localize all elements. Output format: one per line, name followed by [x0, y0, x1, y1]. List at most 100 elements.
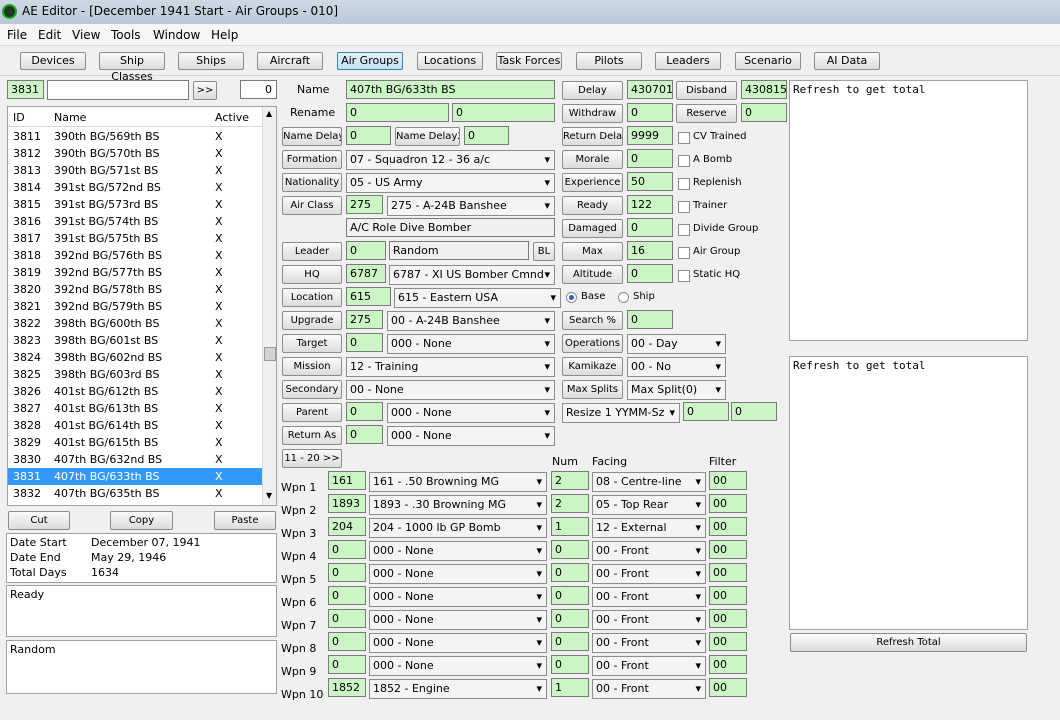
- withdraw-button[interactable]: Withdraw: [562, 104, 623, 123]
- weapon-facing-select[interactable]: 12 - External: [592, 518, 706, 538]
- search-input[interactable]: [47, 80, 189, 100]
- hq-select[interactable]: 6787 - XI US Bomber Cmnd: [389, 265, 555, 285]
- kamikaze-select[interactable]: 00 - No: [627, 357, 726, 377]
- tab-scenario[interactable]: Scenario: [735, 52, 801, 70]
- target-id-field[interactable]: 0: [346, 333, 383, 352]
- reserve-button[interactable]: Reserve: [676, 104, 737, 123]
- parent-button[interactable]: Parent: [282, 403, 342, 422]
- list-item[interactable]: 3815 391st BG/573rd BS X: [8, 196, 262, 213]
- morale-field[interactable]: 0: [627, 149, 673, 168]
- weapon-select[interactable]: 204 - 1000 lb GP Bomb: [369, 518, 547, 538]
- weapon-filter-field[interactable]: 00: [709, 494, 747, 513]
- return-delay-field[interactable]: 9999: [627, 126, 673, 145]
- list-item[interactable]: 3828 401st BG/614th BS X: [8, 417, 262, 434]
- damaged-field[interactable]: 0: [627, 218, 673, 237]
- menu-help[interactable]: Help: [211, 28, 238, 42]
- cv-trained-checkbox[interactable]: [678, 132, 690, 144]
- tab-air-groups[interactable]: Air Groups: [337, 52, 403, 70]
- disband-button[interactable]: Disband: [676, 81, 737, 100]
- nationality-select[interactable]: 05 - US Army: [346, 173, 555, 193]
- mission-select[interactable]: 12 - Training: [346, 357, 555, 377]
- weapon-num-field[interactable]: 2: [551, 471, 589, 490]
- weapon-id-field[interactable]: 0: [328, 632, 366, 651]
- ready-button[interactable]: Ready: [562, 196, 623, 215]
- col-id-header[interactable]: ID: [13, 109, 25, 126]
- weapon-id-field[interactable]: 0: [328, 655, 366, 674]
- target-select[interactable]: 000 - None: [387, 334, 555, 354]
- max-button[interactable]: Max: [562, 242, 623, 261]
- name-delay2-field[interactable]: 0: [464, 126, 509, 145]
- weapon-num-field[interactable]: 0: [551, 540, 589, 559]
- parent-id-field[interactable]: 0: [346, 402, 383, 421]
- rename-field-a[interactable]: 0: [346, 103, 449, 122]
- upgrade-id-field[interactable]: 275: [346, 310, 383, 329]
- air-class-select[interactable]: 275 - A-24B Banshee: [387, 196, 555, 216]
- list-item[interactable]: 3821 392nd BG/579th BS X: [8, 298, 262, 315]
- altitude-button[interactable]: Altitude: [562, 265, 623, 284]
- max-splits-select[interactable]: Max Split(0): [627, 380, 726, 400]
- menu-edit[interactable]: Edit: [38, 28, 61, 42]
- weapon-num-field[interactable]: 1: [551, 678, 589, 697]
- search-id-field[interactable]: 3831: [7, 80, 44, 99]
- return-as-select[interactable]: 000 - None: [387, 426, 555, 446]
- withdraw-field[interactable]: 0: [627, 103, 673, 122]
- upgrade-button[interactable]: Upgrade: [282, 311, 342, 330]
- list-item[interactable]: 3832 407th BG/635th BS X: [8, 485, 262, 502]
- formation-button[interactable]: Formation: [282, 150, 342, 169]
- morale-button[interactable]: Morale: [562, 150, 623, 169]
- return-delay-button[interactable]: Return Delay: [562, 127, 623, 146]
- location-select[interactable]: 615 - Eastern USA: [394, 288, 561, 308]
- weapon-facing-select[interactable]: 08 - Centre-line: [592, 472, 706, 492]
- trainer-checkbox[interactable]: [678, 201, 690, 213]
- return-as-id-field[interactable]: 0: [346, 425, 383, 444]
- name-delay2-button[interactable]: Name Delay2: [395, 127, 460, 146]
- weapon-filter-field[interactable]: 00: [709, 471, 747, 490]
- tab-ai-data[interactable]: AI Data: [814, 52, 880, 70]
- disband-field[interactable]: 430815: [741, 80, 787, 99]
- tab-ship-classes[interactable]: Ship Classes: [99, 52, 165, 83]
- hq-id-field[interactable]: 6787: [346, 264, 386, 283]
- tab-locations[interactable]: Locations: [417, 52, 483, 70]
- menu-tools[interactable]: Tools: [111, 28, 141, 42]
- list-item[interactable]: 3812 390th BG/570th BS X: [8, 145, 262, 162]
- tab-task-forces[interactable]: Task Forces: [496, 52, 562, 70]
- col-active-header[interactable]: Active: [215, 109, 249, 126]
- replenish-checkbox[interactable]: [678, 178, 690, 190]
- weapon-id-field[interactable]: 1852: [328, 678, 366, 697]
- name-field[interactable]: 407th BG/633th BS: [346, 80, 555, 99]
- weapon-filter-field[interactable]: 00: [709, 540, 747, 559]
- weapon-select[interactable]: 1893 - .30 Browning MG: [369, 495, 547, 515]
- list-item[interactable]: 3826 401st BG/612th BS X: [8, 383, 262, 400]
- ready-field[interactable]: 122: [627, 195, 673, 214]
- location-id-field[interactable]: 615: [346, 287, 391, 306]
- experience-button[interactable]: Experience: [562, 173, 623, 192]
- tab-aircraft[interactable]: Aircraft: [257, 52, 323, 70]
- tab-leaders[interactable]: Leaders: [655, 52, 721, 70]
- air-class-button[interactable]: Air Class: [282, 196, 342, 215]
- weapon-num-field[interactable]: 0: [551, 609, 589, 628]
- max-field[interactable]: 16: [627, 241, 673, 260]
- weapon-facing-select[interactable]: 00 - Front: [592, 610, 706, 630]
- list-item[interactable]: 3814 391st BG/572nd BS X: [8, 179, 262, 196]
- list-item[interactable]: 3820 392nd BG/578th BS X: [8, 281, 262, 298]
- weapon-id-field[interactable]: 0: [328, 563, 366, 582]
- divide-group-checkbox[interactable]: [678, 224, 690, 236]
- parent-select[interactable]: 000 - None: [387, 403, 555, 423]
- weapon-filter-field[interactable]: 00: [709, 655, 747, 674]
- formation-select[interactable]: 07 - Squadron 12 - 36 a/c: [346, 150, 555, 170]
- resize-field-b[interactable]: 0: [731, 402, 777, 421]
- delay-button[interactable]: Delay: [562, 81, 623, 100]
- leader-button[interactable]: Leader: [282, 242, 342, 261]
- search-pct-field[interactable]: 0: [627, 310, 673, 329]
- menu-file[interactable]: File: [7, 28, 27, 42]
- tab-ships[interactable]: Ships: [178, 52, 244, 70]
- list-item[interactable]: 3827 401st BG/613th BS X: [8, 400, 262, 417]
- weapon-filter-field[interactable]: 00: [709, 678, 747, 697]
- list-item[interactable]: 3829 401st BG/615th BS X: [8, 434, 262, 451]
- damaged-button[interactable]: Damaged: [562, 219, 623, 238]
- a-bomb-checkbox[interactable]: [678, 155, 690, 167]
- delay-field[interactable]: 430701: [627, 80, 673, 99]
- resize-field-a[interactable]: 0: [683, 402, 729, 421]
- weapon-select[interactable]: 000 - None: [369, 610, 547, 630]
- ship-radio[interactable]: [618, 292, 629, 303]
